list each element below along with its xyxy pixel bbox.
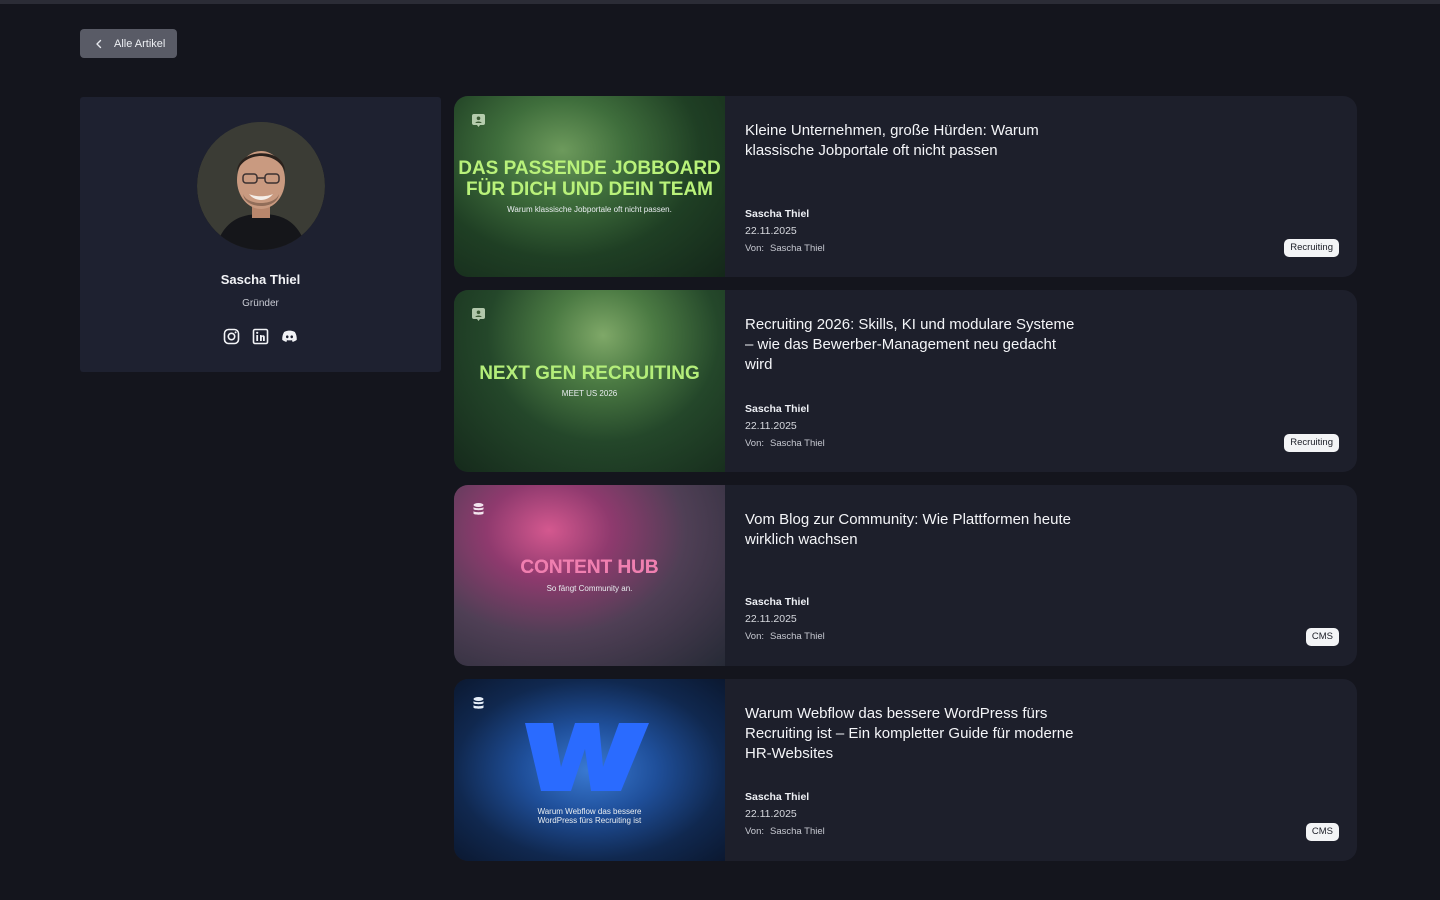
top-border: [0, 0, 1440, 4]
byline-name: Sascha Thiel: [770, 826, 825, 837]
article-author: Sascha Thiel: [745, 596, 810, 608]
article-byline: Von: Sascha Thiel: [745, 826, 825, 837]
thumbnail-subline: MEET US 2026: [561, 389, 618, 399]
article-title[interactable]: Vom Blog zur Community: Wie Plattformen …: [745, 510, 1085, 550]
article-date: 22.11.2025: [745, 225, 797, 237]
avatar: [196, 122, 325, 250]
social-links: [223, 328, 298, 345]
author-role: Gründer: [242, 298, 279, 309]
category-badge[interactable]: CMS: [1305, 823, 1339, 841]
database-icon: [471, 502, 486, 517]
category-badge[interactable]: Recruiting: [1284, 434, 1339, 452]
webflow-logo-icon: [524, 715, 655, 797]
byline-label: Von:: [745, 438, 765, 449]
article-thumbnail[interactable]: Warum Webflow das bessere WordPress fürs…: [454, 679, 725, 861]
article-thumbnail[interactable]: DAS PASSENDE JOBBOARD FÜR DICH UND DEIN …: [454, 96, 725, 277]
category-badge[interactable]: Recruiting: [1284, 239, 1339, 257]
thumbnail-headline: NEXT GEN RECRUITING: [479, 362, 700, 384]
discord-icon[interactable]: [281, 328, 298, 345]
article-byline: Von: Sascha Thiel: [745, 631, 825, 642]
thumbnail-subline: Warum Webflow das bessere WordPress fürs…: [537, 807, 642, 825]
article-thumbnail[interactable]: CONTENT HUB So fängt Community an.: [454, 485, 725, 666]
article-thumbnail[interactable]: NEXT GEN RECRUITING MEET US 2026: [454, 290, 725, 472]
article-card[interactable]: CONTENT HUB So fängt Community an. Vom B…: [454, 485, 1357, 666]
article-author: Sascha Thiel: [745, 791, 810, 803]
byline-name: Sascha Thiel: [770, 631, 825, 642]
byline-label: Von:: [745, 243, 765, 254]
byline-name: Sascha Thiel: [770, 438, 825, 449]
person-card-icon: [471, 113, 486, 128]
article-date: 22.11.2025: [745, 808, 797, 820]
database-icon: [471, 696, 486, 711]
byline-name: Sascha Thiel: [770, 243, 825, 254]
article-byline: Von: Sascha Thiel: [745, 243, 825, 254]
article-card[interactable]: Warum Webflow das bessere WordPress fürs…: [454, 679, 1357, 861]
author-name: Sascha Thiel: [220, 272, 301, 287]
article-byline: Von: Sascha Thiel: [745, 438, 825, 449]
category-badge[interactable]: CMS: [1305, 628, 1339, 646]
article-author: Sascha Thiel: [745, 208, 810, 220]
author-profile-card: Sascha Thiel Gründer: [80, 97, 441, 372]
thumbnail-headline: CONTENT HUB: [520, 557, 659, 579]
back-button-label: Alle Artikel: [114, 37, 166, 50]
article-title[interactable]: Recruiting 2026: Skills, KI und modulare…: [745, 315, 1085, 375]
instagram-icon[interactable]: [223, 328, 240, 345]
article-date: 22.11.2025: [745, 420, 797, 432]
back-to-articles-button[interactable]: Alle Artikel: [80, 29, 177, 58]
article-author: Sascha Thiel: [745, 403, 810, 415]
thumbnail-headline: DAS PASSENDE JOBBOARD FÜR DICH UND DEIN …: [458, 157, 721, 200]
article-title[interactable]: Warum Webflow das bessere WordPress fürs…: [745, 704, 1085, 764]
byline-label: Von:: [745, 826, 765, 837]
thumbnail-subline: Warum klassische Jobportale oft nicht pa…: [507, 205, 672, 215]
article-card[interactable]: DAS PASSENDE JOBBOARD FÜR DICH UND DEIN …: [454, 96, 1357, 277]
article-title[interactable]: Kleine Unternehmen, große Hürden: Warum …: [745, 121, 1085, 161]
article-card[interactable]: NEXT GEN RECRUITING MEET US 2026 Recruit…: [454, 290, 1357, 472]
thumbnail-subline: So fängt Community an.: [546, 583, 633, 593]
chevron-left-icon: [94, 39, 104, 49]
person-card-icon: [471, 307, 486, 322]
linkedin-icon[interactable]: [252, 328, 269, 345]
byline-label: Von:: [745, 631, 765, 642]
article-date: 22.11.2025: [745, 613, 797, 625]
